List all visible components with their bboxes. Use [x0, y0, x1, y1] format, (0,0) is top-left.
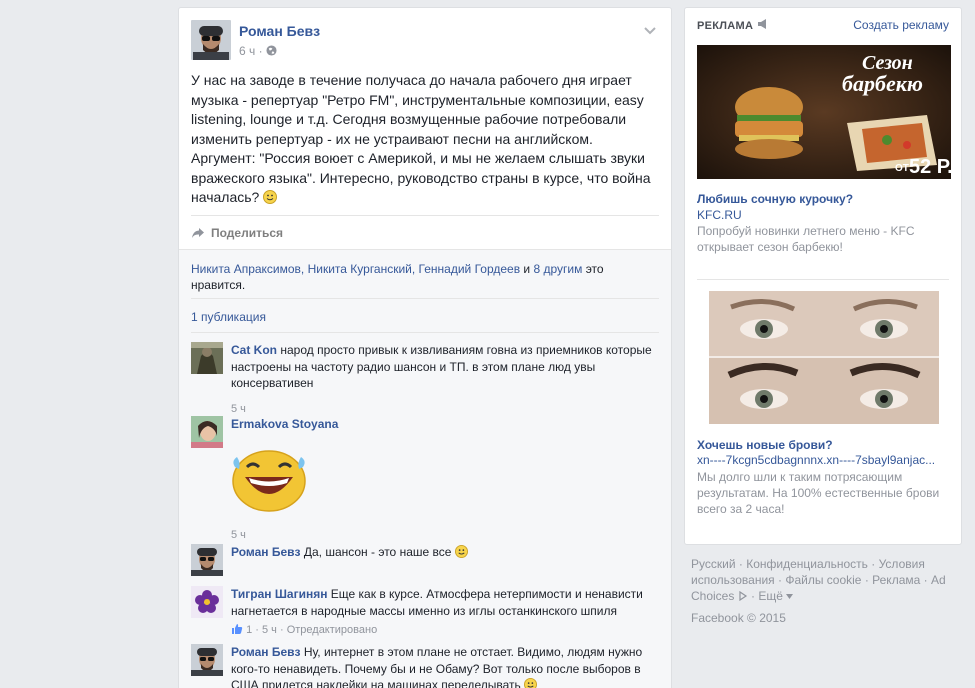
ads-panel: РЕКЛАМА Создать рекламу Сезон барбекю ОТ… — [684, 7, 962, 545]
comment-body: Тигран Шагинян Еще как в курсе. Атмосфер… — [231, 586, 661, 639]
commenter-avatar[interactable] — [191, 586, 223, 618]
adchoices-icon[interactable] — [738, 589, 748, 603]
smile-emoji-icon — [263, 189, 278, 205]
comment-time[interactable]: 5 ч — [231, 527, 661, 544]
ads-header: РЕКЛАМА — [697, 19, 769, 32]
feedback-section: Никита Апраксимов, Никита Курганский, Ге… — [179, 249, 671, 688]
comment-body: Ermakova Stoyana 5 ч — [231, 416, 661, 543]
comment-time[interactable]: 5 ч — [262, 624, 277, 636]
ad-price: 52 Р. — [909, 156, 951, 178]
footer-link-ads[interactable]: Реклама — [872, 573, 920, 587]
ad-url[interactable]: xn----7kcgn5cdbagnnnx.xn----7sbayl9anjac… — [697, 453, 951, 467]
comment-time[interactable]: 5 ч — [231, 401, 661, 418]
share-arrow-icon — [192, 228, 204, 238]
divider — [697, 279, 949, 280]
footer-link-privacy[interactable]: Конфиденциальность — [746, 557, 868, 571]
comment-meta: 1 · 5 ч · Отредактировано — [231, 622, 661, 639]
likes-others-link[interactable]: 8 другим — [533, 262, 582, 276]
post-author[interactable]: Роман Бевз — [239, 23, 320, 39]
post-meta: 6 ч · — [239, 44, 277, 58]
comment-like-count[interactable]: 1 — [246, 624, 252, 636]
chevron-down-icon[interactable] — [643, 24, 659, 36]
commenter-name[interactable]: Тигран Шагинян — [231, 587, 327, 601]
laughing-sticker-icon — [229, 445, 309, 513]
edited-label[interactable]: Отредактировано — [287, 624, 378, 636]
commenter-avatar[interactable] — [191, 544, 223, 576]
divider — [191, 332, 659, 333]
comment-body: Роман Бевз Да, шансон - это наше все — [231, 544, 661, 561]
commenter-avatar[interactable] — [191, 416, 223, 448]
copyright: Facebook © 2015 — [691, 611, 786, 625]
ad-headline[interactable]: Хочешь новые брови? — [697, 438, 833, 452]
share-label: Поделиться — [211, 226, 284, 240]
commenter-avatar[interactable] — [191, 342, 223, 374]
footer-link-cookies[interactable]: Файлы cookie — [785, 573, 861, 587]
comment-body: Роман Бевз Ну, интернет в этом плане не … — [231, 644, 661, 688]
likers-list[interactable]: Никита Апраксимов, Никита Курганский, Ге… — [191, 262, 520, 276]
commenter-name[interactable]: Роман Бевз — [231, 545, 301, 559]
divider — [191, 215, 659, 216]
ad-image-brows[interactable] — [709, 291, 939, 424]
ad-image-kfc[interactable]: Сезон барбекю ОТ 52 Р. — [697, 45, 951, 179]
share-button[interactable]: Поделиться — [191, 224, 283, 242]
smile-emoji-icon — [524, 678, 538, 688]
publications-link[interactable]: 1 публикация — [191, 310, 266, 324]
ads-title: РЕКЛАМА — [697, 19, 754, 32]
footer-link-language[interactable]: Русский — [691, 557, 736, 571]
post-body: У нас на заводе в течение получаса до на… — [191, 72, 651, 205]
commenter-name[interactable]: Роман Бевз — [231, 645, 301, 659]
megaphone-icon — [757, 19, 769, 32]
comment-body: Cat Kon народ просто привык к извливания… — [231, 342, 661, 417]
likes-summary: Никита Апраксимов, Никита Курганский, Ге… — [191, 261, 661, 293]
globe-icon[interactable] — [266, 44, 277, 58]
post-time[interactable]: 6 ч — [239, 44, 255, 58]
footer: Русский · Конфиденциальность · Условия и… — [691, 556, 956, 626]
post-text: У нас на заводе в течение получаса до на… — [191, 71, 661, 208]
comment-text: Да, шансон - это наше все — [303, 545, 452, 559]
ad-headline-art: барбекю — [842, 71, 923, 96]
dot-separator: · — [279, 624, 287, 636]
footer-link-more[interactable]: Ещё — [758, 589, 783, 603]
commenter-name[interactable]: Cat Kon — [231, 343, 277, 357]
comment-text: народ просто привык к извливаниям говна … — [231, 343, 652, 390]
caret-down-icon[interactable] — [786, 589, 794, 603]
post-card: Роман Бевз 6 ч · У нас на заводе в течен… — [178, 7, 672, 688]
commenter-avatar[interactable] — [191, 644, 223, 676]
ad-description: Попробуй новинки летнего меню - KFC откр… — [697, 224, 915, 254]
post-header: Роман Бевз 6 ч · — [191, 20, 659, 60]
thumbs-up-icon[interactable] — [231, 624, 243, 636]
divider — [191, 298, 659, 299]
ad-url[interactable]: KFC.RU — [697, 208, 951, 222]
smile-emoji-icon — [454, 545, 468, 559]
ad-description: Мы долго шли к таким потрясающим результ… — [697, 470, 940, 516]
ad-headline[interactable]: Любишь сочную курочку? — [697, 192, 853, 206]
author-avatar[interactable] — [191, 20, 231, 60]
dot-separator: · — [255, 624, 262, 636]
create-ad-link[interactable]: Создать рекламу — [853, 18, 949, 32]
dot-separator: · — [258, 44, 266, 58]
likes-and: и — [520, 262, 534, 276]
ad-price-prefix: ОТ — [895, 163, 909, 174]
commenter-name[interactable]: Ermakova Stoyana — [231, 417, 338, 431]
